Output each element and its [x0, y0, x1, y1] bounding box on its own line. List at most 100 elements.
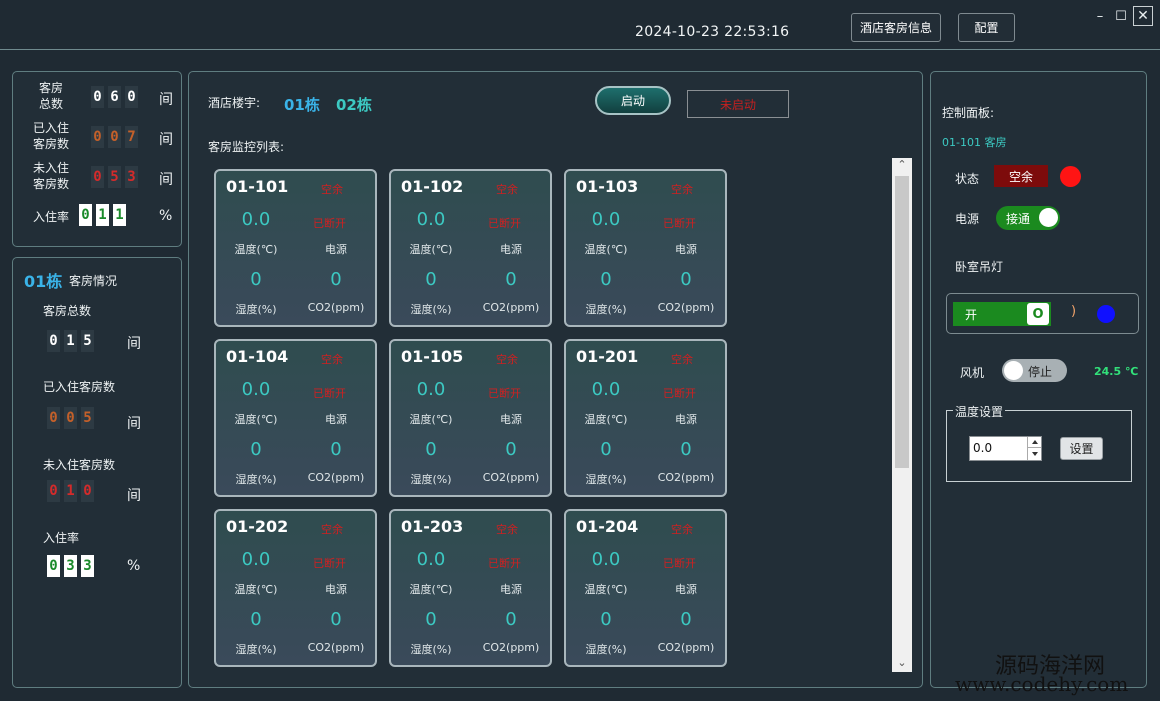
stop-status-button[interactable]: 未启动	[687, 90, 789, 118]
hotel-info-button[interactable]: 酒店客房信息	[851, 13, 941, 42]
watermark-url: www.codehy.com	[955, 672, 1129, 696]
config-button[interactable]: 配置	[958, 13, 1015, 42]
room-temperature: 0.0	[591, 209, 621, 230]
scroll-down-icon[interactable]: ⌄	[892, 656, 912, 672]
room-co2: 0	[680, 609, 692, 630]
room-co2-label: CO2(ppm)	[307, 471, 365, 484]
summary-total-label: 客房 总数	[38, 81, 63, 111]
digit: 3	[125, 166, 138, 188]
room-card[interactable]: 01-203 空余 已断开 0.0 温度(℃) 电源 0 0 湿度(%) CO2(ppm)	[389, 509, 552, 667]
room-id: 01-201	[576, 347, 639, 366]
power-toggle[interactable]: 接通	[996, 206, 1060, 230]
room-temperature: 0.0	[591, 549, 621, 570]
digit: 1	[96, 204, 109, 226]
building-tab-01[interactable]: 01栋	[284, 94, 320, 115]
digit: 5	[108, 166, 121, 188]
room-humidity: 0	[600, 439, 612, 460]
digit: 0	[108, 126, 121, 148]
building-rate-digits: 0 3 3	[47, 555, 94, 577]
room-card[interactable]: 01-101 空余 已断开 0.0 温度(℃) 电源 0 0 湿度(%) CO2(ppm)	[214, 169, 377, 327]
room-card[interactable]: 01-104 空余 已断开 0.0 温度(℃) 电源 0 0 湿度(%) CO2(ppm)	[214, 339, 377, 497]
digit: 5	[81, 330, 94, 352]
room-status: 空余	[321, 523, 343, 536]
summary-rate-unit: %	[159, 208, 173, 224]
room-status: 空余	[496, 183, 518, 196]
room-humidity-label: 湿度(%)	[235, 643, 277, 656]
room-power-status: 已断开	[488, 217, 521, 230]
room-power-label: 电源	[500, 413, 522, 426]
room-id: 01-203	[401, 517, 464, 536]
start-button[interactable]: 启动	[595, 86, 671, 115]
room-status: 空余	[671, 353, 693, 366]
fan-toggle[interactable]: 停止	[1002, 359, 1067, 382]
building-panel: 01栋 客房情况 客房总数 0 1 5 间 已入住客房数 0 0 5 间 未入住…	[12, 257, 182, 688]
scroll-thumb[interactable]	[895, 176, 909, 468]
light-glow-icon: )	[1071, 304, 1077, 319]
building-occupied-label: 已入住客房数	[43, 380, 116, 394]
set-temperature-button[interactable]: 设置	[1060, 437, 1103, 460]
control-panel-title: 控制面板:	[942, 106, 995, 120]
room-temperature: 0.0	[416, 379, 446, 400]
summary-total-row: 客房 总数 0 6 0 间	[13, 80, 181, 116]
summary-vacant-label: 未入住 客房数	[32, 161, 69, 191]
room-humidity: 0	[250, 609, 262, 630]
digit: 0	[47, 555, 60, 577]
minimize-icon[interactable]: –	[1090, 6, 1110, 26]
close-icon[interactable]: ✕	[1133, 6, 1153, 26]
room-card[interactable]: 01-201 空余 已断开 0.0 温度(℃) 电源 0 0 湿度(%) CO2(ppm)	[564, 339, 727, 497]
room-temperature: 0.0	[591, 379, 621, 400]
room-id: 01-102	[401, 177, 464, 196]
temperature-setting-label: 温度设置	[953, 403, 1006, 420]
room-power-label: 电源	[500, 243, 522, 256]
room-power-status: 已断开	[663, 217, 696, 230]
room-id: 01-103	[576, 177, 639, 196]
digit: 0	[64, 407, 77, 429]
summary-occupied-unit: 间	[159, 132, 173, 148]
room-co2-label: CO2(ppm)	[657, 301, 715, 314]
light-indicator-icon	[1097, 305, 1115, 323]
room-co2-label: CO2(ppm)	[482, 471, 540, 484]
room-humidity-label: 湿度(%)	[410, 643, 452, 656]
status-indicator-icon	[1060, 166, 1081, 187]
room-humidity-label: 湿度(%)	[585, 643, 627, 656]
room-humidity-label: 湿度(%)	[410, 473, 452, 486]
maximize-icon[interactable]: ☐	[1111, 6, 1131, 26]
room-card[interactable]: 01-103 空余 已断开 0.0 温度(℃) 电源 0 0 湿度(%) CO2(ppm)	[564, 169, 727, 327]
room-power-label: 电源	[675, 243, 697, 256]
room-co2-label: CO2(ppm)	[307, 301, 365, 314]
summary-total-digits: 0 6 0	[91, 86, 138, 108]
room-card[interactable]: 01-105 空余 已断开 0.0 温度(℃) 电源 0 0 湿度(%) CO2(ppm)	[389, 339, 552, 497]
summary-panel: 客房 总数 0 6 0 间 已入住 客房数 0 0 7 间 未入住 客房数 0 …	[12, 71, 182, 247]
room-power-status: 已断开	[663, 387, 696, 400]
monitor-panel: 酒店楼宇: 01栋 02栋 启动 未启动 客房监控列表: 01-101 空余 已断开…	[188, 71, 923, 688]
summary-vacant-row: 未入住 客房数 0 5 3 间	[13, 160, 181, 196]
room-humidity: 0	[425, 269, 437, 290]
room-list-scrollbar[interactable]: ⌃ ⌄	[892, 158, 912, 672]
room-temperature: 0.0	[416, 549, 446, 570]
room-humidity-label: 湿度(%)	[585, 303, 627, 316]
room-card[interactable]: 01-102 空余 已断开 0.0 温度(℃) 电源 0 0 湿度(%) CO2(ppm)	[389, 169, 552, 327]
room-co2: 0	[680, 269, 692, 290]
control-panel: 控制面板: 01-101 客房 状态 空余 电源 接通 卧室吊灯 开 O ) 风…	[930, 71, 1147, 688]
room-card[interactable]: 01-204 空余 已断开 0.0 温度(℃) 电源 0 0 湿度(%) CO2(ppm)	[564, 509, 727, 667]
light-switch[interactable]: 开 O	[953, 302, 1051, 326]
building-rate-unit: %	[127, 558, 141, 574]
spin-up-icon[interactable]	[1027, 437, 1041, 448]
room-power-label: 电源	[325, 413, 347, 426]
room-card[interactable]: 01-202 空余 已断开 0.0 温度(℃) 电源 0 0 湿度(%) CO2(ppm)	[214, 509, 377, 667]
digit: 0	[47, 480, 60, 502]
spin-down-icon[interactable]	[1027, 448, 1041, 460]
temperature-input[interactable]: 0.0	[973, 441, 992, 455]
datetime-display: 2024-10-23 22:53:16	[635, 24, 790, 40]
room-co2: 0	[330, 439, 342, 460]
room-temperature-label: 温度(℃)	[409, 243, 453, 256]
digit: 1	[113, 204, 126, 226]
building-total-digits: 0 1 5	[47, 330, 94, 352]
title-bar: 2024-10-23 22:53:16 酒店客房信息 配置 – ☐ ✕	[0, 0, 1160, 50]
scroll-up-icon[interactable]: ⌃	[892, 158, 912, 174]
room-temperature-label: 温度(℃)	[409, 413, 453, 426]
status-badge: 空余	[994, 165, 1048, 187]
building-tab-02[interactable]: 02栋	[336, 94, 372, 115]
building-occupied-unit: 间	[127, 416, 141, 432]
temperature-spinbox[interactable]: 0.0	[969, 436, 1042, 461]
